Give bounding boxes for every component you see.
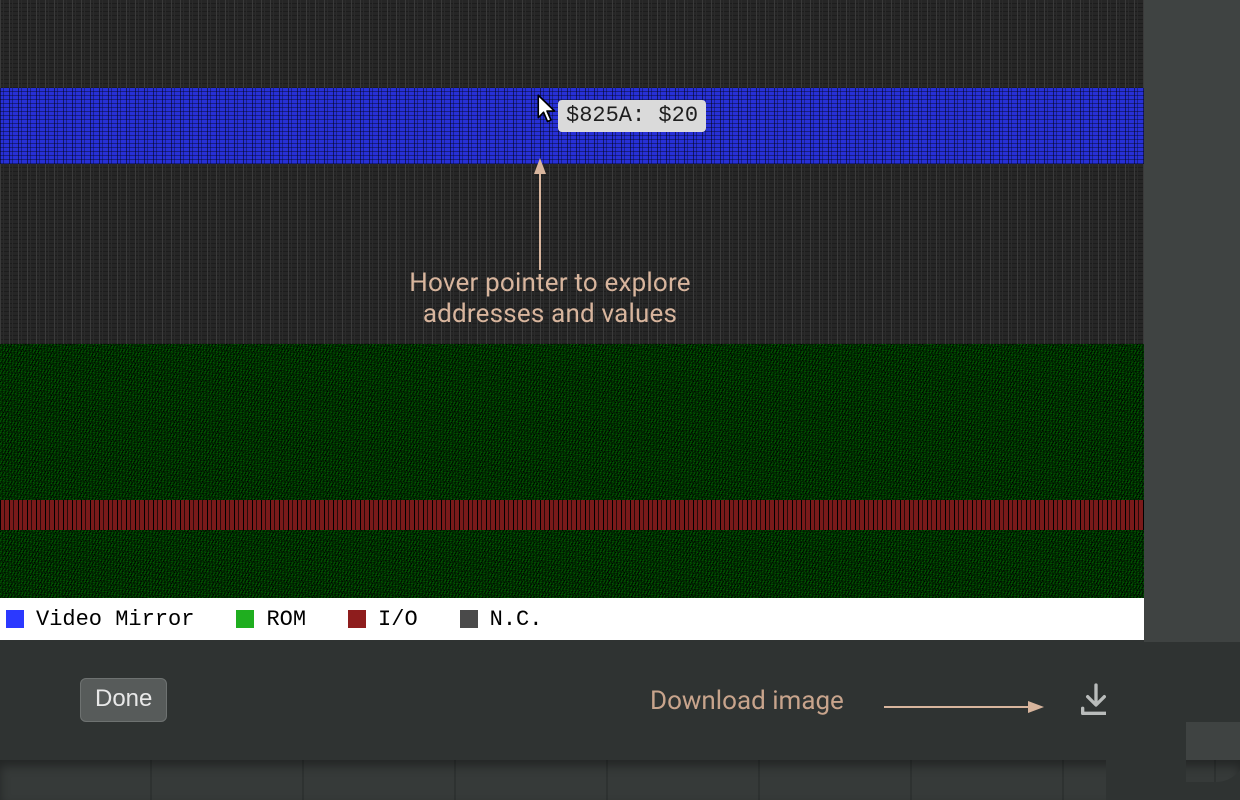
memory-map-viewer[interactable]: Video Mirror ROM I/O N.C. $825A: $20 — [0, 0, 1144, 640]
annotation-arrow-icon — [534, 158, 546, 270]
download-icon[interactable] — [1076, 680, 1116, 720]
legend-label: N.C. — [490, 607, 543, 632]
legend-swatch — [6, 610, 24, 628]
legend-swatch — [460, 610, 478, 628]
memory-region-rom — [0, 344, 1144, 598]
download-image-label: Download image — [650, 686, 844, 716]
legend-label: ROM — [266, 607, 306, 632]
legend-item: Video Mirror — [6, 607, 194, 632]
background-thumbnail-strip — [0, 760, 1240, 800]
done-button[interactable]: Done — [80, 678, 167, 722]
memory-region-io — [0, 500, 1144, 530]
legend-bar: Video Mirror ROM I/O N.C. — [0, 598, 1144, 640]
legend-item: N.C. — [460, 607, 543, 632]
annotation-arrow-right-icon — [884, 698, 1044, 710]
hover-tooltip: $825A: $20 — [558, 100, 706, 132]
legend-item: I/O — [348, 607, 418, 632]
legend-swatch — [348, 610, 366, 628]
legend-swatch — [236, 610, 254, 628]
legend-label: I/O — [378, 607, 418, 632]
legend-item: ROM — [236, 607, 306, 632]
annotation-line: Hover pointer to explore — [409, 268, 690, 298]
toolbar: Done Download image — [0, 640, 1144, 760]
app-root: Video Mirror ROM I/O N.C. $825A: $20 — [0, 0, 1240, 800]
legend-label: Video Mirror — [36, 607, 194, 632]
annotation-text: Hover pointer to explore addresses and v… — [300, 268, 800, 329]
panel-right-margin — [1144, 0, 1240, 800]
annotation-line: addresses and values — [423, 299, 677, 329]
